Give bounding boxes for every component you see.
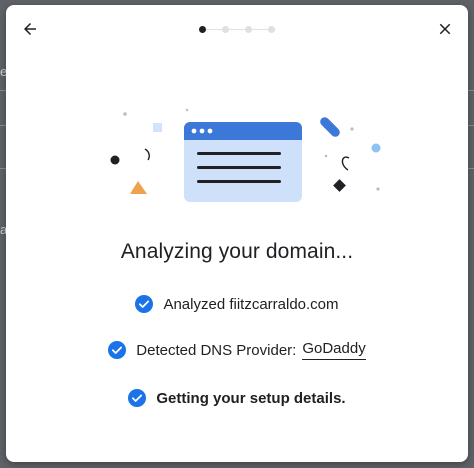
decor-pill xyxy=(320,117,340,137)
browser-window-icon xyxy=(184,122,302,202)
step-dot-4 xyxy=(268,26,275,33)
decor-dot xyxy=(123,112,127,116)
decor-dot xyxy=(376,187,380,191)
arrow-left-icon xyxy=(24,23,36,35)
progress-stepper xyxy=(196,24,280,36)
decor-dot xyxy=(185,108,189,112)
step-dot-1 xyxy=(199,26,206,33)
status-item-analyzed: Analyzed fiitzcarraldo.com xyxy=(6,295,468,313)
check-circle-icon xyxy=(135,295,154,313)
status-item-dns-provider: Detected DNS Provider: GoDaddy xyxy=(6,340,468,360)
decor-curve xyxy=(144,148,150,161)
status-text: Getting your setup details. xyxy=(156,389,346,407)
decor-dot xyxy=(350,127,354,131)
check-circle-icon xyxy=(108,341,127,359)
check-circle-icon xyxy=(128,389,147,407)
status-label: Detected DNS Provider: xyxy=(136,341,297,359)
decor-square xyxy=(153,123,162,132)
decor-diamond xyxy=(333,179,346,192)
close-button[interactable] xyxy=(433,17,457,41)
decor-triangle xyxy=(130,181,147,194)
step-dot-3 xyxy=(245,26,252,33)
back-button[interactable] xyxy=(18,17,42,41)
dns-provider-value[interactable]: GoDaddy xyxy=(302,340,366,360)
decor-circle xyxy=(371,143,381,153)
decor-dot xyxy=(324,154,328,158)
page-title: Analyzing your domain... xyxy=(120,240,354,263)
decor-curve xyxy=(341,156,350,171)
status-item-setup-details: Getting your setup details. xyxy=(6,389,468,407)
setup-dialog: Analyzing your domain... Analyzed fiitzc… xyxy=(6,5,468,462)
domain-analysis-illustration xyxy=(110,108,381,202)
status-text: Analyzed fiitzcarraldo.com xyxy=(163,295,339,313)
close-icon xyxy=(439,23,451,35)
step-dot-2 xyxy=(222,26,229,33)
stepper-track xyxy=(204,29,276,30)
decor-circle xyxy=(110,155,120,165)
